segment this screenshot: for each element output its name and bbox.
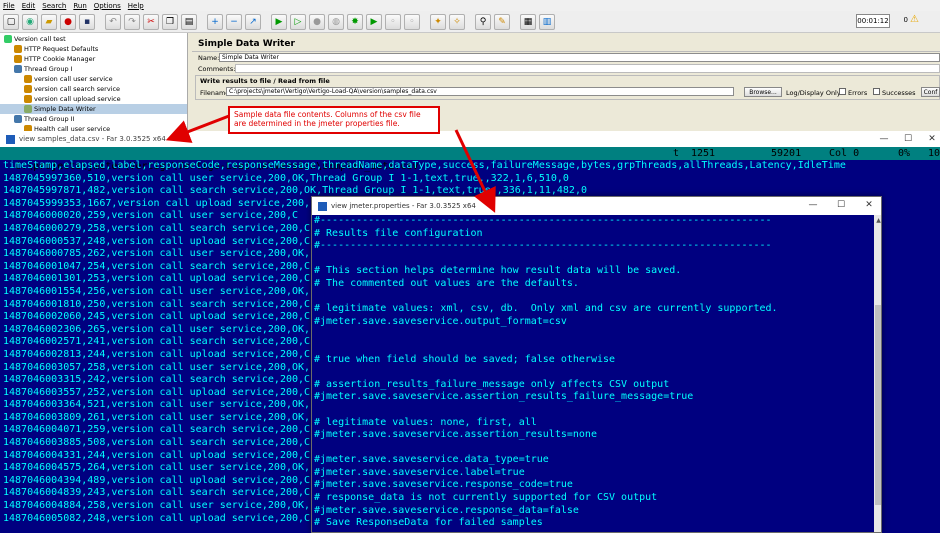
annotation-callout: Sample data file contents. Columns of th…: [228, 106, 440, 134]
arrow-to-csv: [165, 114, 230, 143]
annotation-arrows: [165, 114, 496, 213]
arrow-to-properties: [454, 129, 496, 213]
